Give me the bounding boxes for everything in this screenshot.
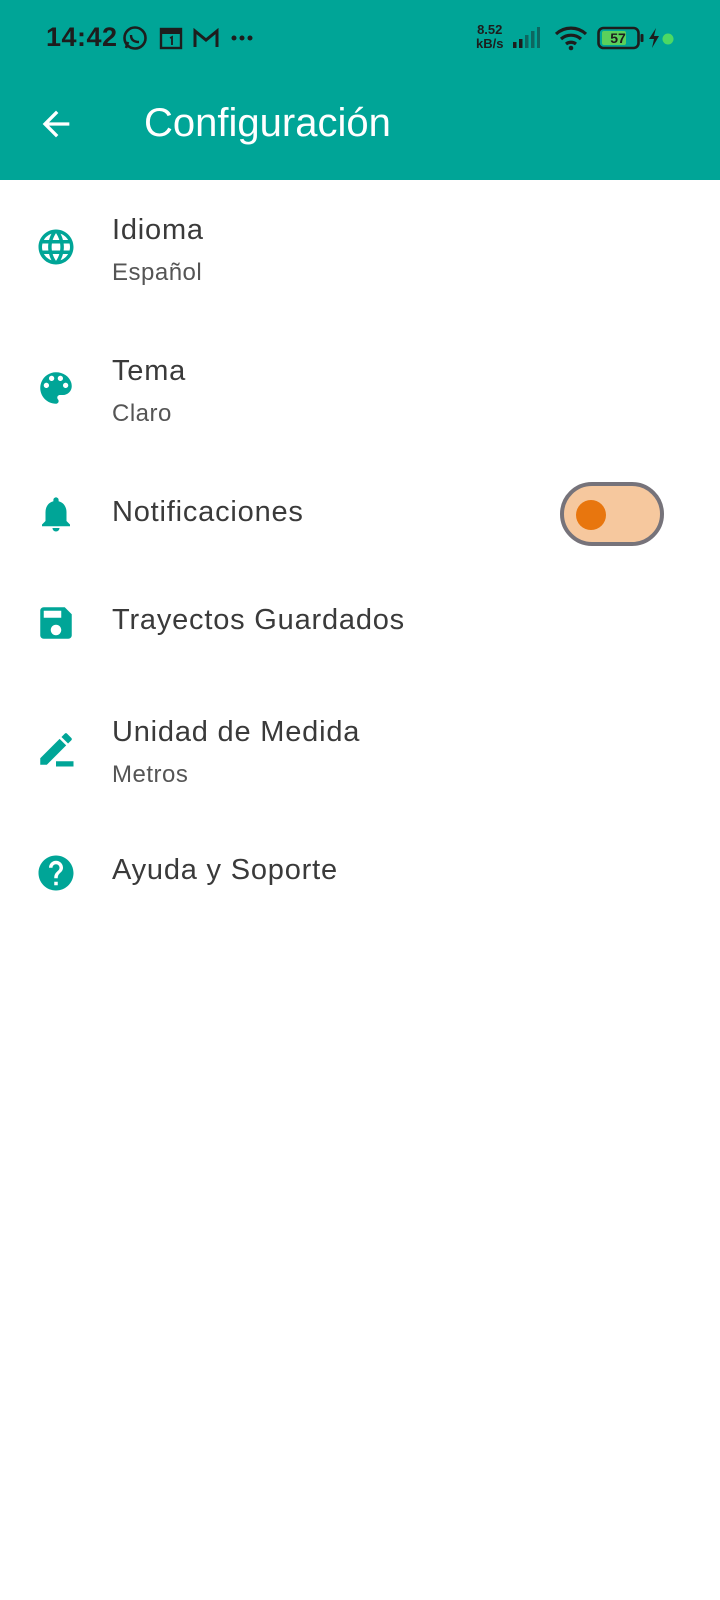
charging-bolt-icon — [649, 28, 659, 48]
status-bar: 14:42 8.52 kB/s 57 — [0, 0, 720, 80]
app-bar: 14:42 8.52 kB/s 57 Configuración — [0, 0, 720, 180]
help-circle-icon — [38, 855, 74, 891]
battery-icon: 57 — [597, 26, 644, 50]
setting-saved-routes-label: Trayectos Guardados — [112, 604, 405, 636]
wifi-icon — [554, 26, 588, 51]
calendar-icon — [159, 27, 183, 50]
save-icon — [40, 607, 72, 639]
setting-help-support-label: Ayuda y Soporte — [112, 854, 338, 886]
page-title: Configuración — [144, 101, 391, 145]
more-dots-icon — [231, 35, 253, 41]
setting-language-label: Idioma — [112, 214, 204, 246]
bell-icon — [42, 497, 70, 532]
privacy-indicator-dot — [662, 33, 674, 45]
setting-language-value: Español — [112, 259, 203, 286]
setting-help-support[interactable]: Ayuda y Soporte — [0, 830, 720, 914]
network-speed: 8.52 kB/s — [476, 23, 503, 51]
gmail-icon — [193, 28, 219, 47]
whatsapp-icon — [123, 26, 147, 50]
setting-saved-routes[interactable]: Trayectos Guardados — [0, 580, 720, 664]
setting-theme-value: Claro — [112, 400, 172, 427]
palette-icon — [40, 372, 72, 404]
setting-language[interactable]: Idioma Español — [0, 204, 720, 324]
setting-measure-unit[interactable]: Unidad de Medida Metros — [0, 706, 720, 826]
setting-measure-unit-label: Unidad de Medida — [112, 716, 361, 748]
globe-icon — [38, 229, 74, 265]
signal-icon — [513, 27, 540, 48]
status-time: 14:42 — [46, 22, 118, 52]
toggle-knob — [576, 500, 606, 530]
notifications-toggle[interactable] — [560, 482, 664, 546]
battery-level: 57 — [610, 30, 626, 46]
arrow-back-icon[interactable] — [36, 104, 76, 144]
network-speed-unit: kB/s — [476, 36, 504, 51]
edit-pencil-icon — [40, 733, 74, 767]
setting-theme-label: Tema — [112, 355, 187, 387]
setting-notifications[interactable]: Notificaciones — [0, 472, 720, 556]
setting-notifications-label: Notificaciones — [112, 496, 304, 528]
network-speed-value: 8.52 — [477, 22, 503, 37]
setting-measure-unit-value: Metros — [112, 761, 189, 788]
setting-theme[interactable]: Tema Claro — [0, 345, 720, 465]
